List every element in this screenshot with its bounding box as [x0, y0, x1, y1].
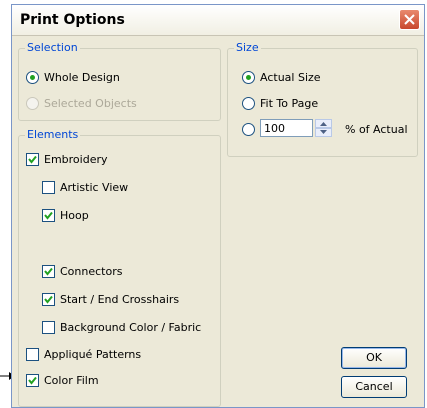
checkbox-label: Start / End Crosshairs [60, 292, 180, 306]
checkbox-label: Connectors [60, 264, 123, 278]
checkbox-label: Color Film [44, 373, 99, 387]
dialog-title: Print Options [20, 12, 125, 28]
checkbox[interactable] [26, 347, 39, 361]
checkbox-label: Hoop [60, 208, 89, 222]
spin-buttons[interactable] [315, 119, 332, 137]
radio-label: Selected Objects [44, 96, 137, 110]
check-color-film[interactable]: Color Film [26, 372, 99, 388]
size-legend: Size [236, 41, 259, 54]
check-start-end-crosshairs[interactable]: Start / End Crosshairs [42, 291, 179, 307]
check-hoop[interactable]: Hoop [42, 207, 89, 223]
elements-legend: Elements [27, 128, 79, 141]
radio-button [26, 96, 39, 110]
radio-button[interactable] [242, 122, 255, 136]
print-options-dialog: Print Options Selection Whole Design Sel… [11, 4, 425, 408]
radio-label: Fit To Page [260, 96, 319, 110]
close-icon [404, 14, 415, 25]
spin-up-button[interactable] [315, 119, 332, 128]
radio-fit-to-page[interactable]: Fit To Page [242, 95, 318, 111]
check-applique-patterns[interactable]: Appliqué Patterns [26, 346, 141, 362]
selection-legend: Selection [27, 41, 78, 54]
radio-selected-objects: Selected Objects [26, 95, 137, 111]
radio-button[interactable] [26, 70, 39, 84]
checkbox[interactable] [42, 320, 55, 334]
percent-suffix-label: % of Actual [345, 122, 408, 136]
percent-stepper[interactable] [260, 119, 332, 137]
checkmark-icon [28, 376, 37, 385]
radio-button[interactable] [242, 70, 255, 84]
radio-label: Whole Design [44, 70, 120, 84]
checkmark-icon [28, 155, 37, 164]
close-button[interactable] [399, 9, 420, 30]
checkbox[interactable] [42, 264, 55, 278]
spin-down-icon [320, 130, 327, 134]
spin-up-icon [320, 122, 327, 126]
radio-actual-size[interactable]: Actual Size [242, 69, 321, 85]
checkbox[interactable] [42, 180, 55, 194]
checkmark-icon [44, 295, 53, 304]
checkmark-icon [44, 211, 53, 220]
radio-percent-of-actual[interactable] [242, 121, 255, 137]
checkmark-icon [44, 267, 53, 276]
checkbox[interactable] [42, 208, 55, 222]
radio-whole-design[interactable]: Whole Design [26, 69, 120, 85]
check-embroidery[interactable]: Embroidery [26, 151, 108, 167]
check-connectors[interactable]: Connectors [42, 263, 122, 279]
ok-button[interactable]: OK [341, 347, 407, 369]
check-background-color-fabric[interactable]: Background Color / Fabric [42, 319, 201, 335]
checkbox-label: Embroidery [44, 152, 108, 166]
checkbox[interactable] [42, 292, 55, 306]
checkbox-label: Appliqué Patterns [44, 347, 142, 361]
percent-input[interactable] [260, 119, 313, 137]
cancel-button[interactable]: Cancel [341, 376, 407, 398]
title-bar: Print Options [12, 5, 424, 36]
checkbox[interactable] [26, 373, 39, 387]
checkbox-label: Background Color / Fabric [60, 320, 202, 334]
radio-button[interactable] [242, 96, 255, 110]
checkbox-label: Artistic View [60, 180, 129, 194]
check-artistic-view[interactable]: Artistic View [42, 179, 128, 195]
radio-label: Actual Size [260, 70, 321, 84]
checkbox[interactable] [26, 152, 39, 166]
spin-down-button[interactable] [315, 128, 332, 137]
